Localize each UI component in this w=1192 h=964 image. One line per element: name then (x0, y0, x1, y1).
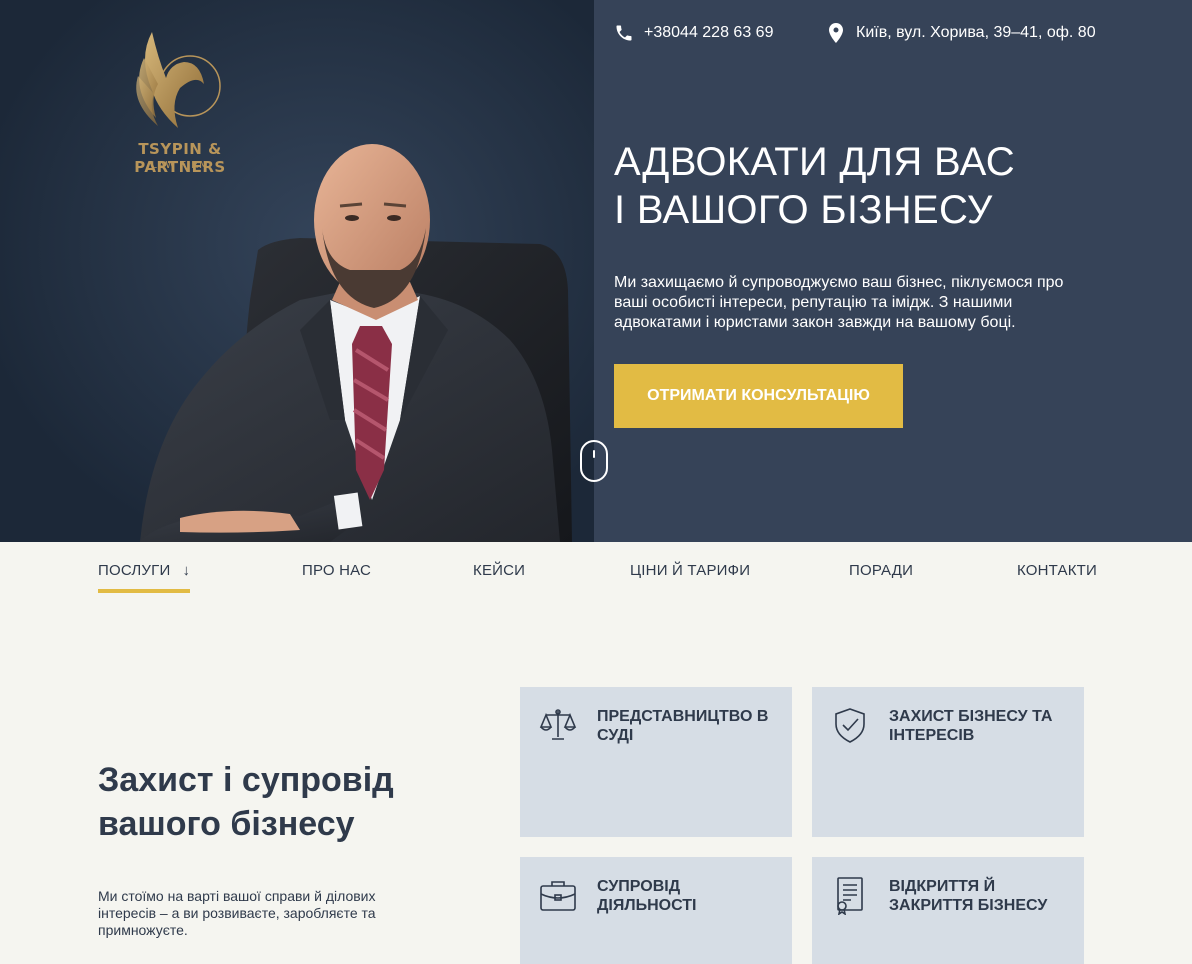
briefcase-icon (540, 881, 576, 911)
nav-item-label: ПОСЛУГИ (98, 562, 171, 579)
address-link[interactable]: Київ, вул. Хорива, 39–41, оф. 80 (826, 22, 1096, 44)
shield-check-icon (835, 708, 865, 743)
hero-title-line2: І ВАШОГО БІЗНЕСУ (614, 188, 993, 232)
services-title: Захист і супровід вашого бізнесу (98, 761, 394, 843)
nav-item-contacts[interactable]: КОНТАКТИ (1017, 562, 1097, 579)
service-card-label: СУПРОВІД ДІЯЛЬНОСТІ (597, 878, 697, 914)
phone-link[interactable]: +38044 228 63 69 (614, 22, 773, 44)
service-card-protection[interactable]: ЗАХИСТ БІЗНЕСУ ТА ІНТЕРЕСІВ (812, 687, 1084, 837)
scales-icon (539, 709, 577, 740)
hero-info-panel (594, 0, 1192, 542)
arrow-down-icon: ↓ (182, 562, 191, 579)
service-card-label: ПРЕДСТАВНИЦТВО В СУДІ (597, 708, 769, 744)
nav-item-cases[interactable]: КЕЙСИ (473, 562, 525, 579)
scroll-down-mouse-icon[interactable] (580, 440, 608, 482)
phone-icon (614, 22, 634, 44)
hero-title: АДВОКАТИ ДЛЯ ВАС І ВАШОГО БІЗНЕСУ (614, 138, 1134, 234)
address-text: Київ, вул. Хорива, 39–41, оф. 80 (856, 24, 1096, 41)
lawyer-portrait (0, 0, 594, 542)
nav-item-prices[interactable]: ЦІНИ Й ТАРИФИ (630, 562, 750, 579)
phone-number: +38044 228 63 69 (644, 24, 774, 41)
hero-section: TSYPIN & PARTNERS LAW FIRM +38044 228 63… (0, 0, 1192, 542)
service-card-business-registration[interactable]: ВІДКРИТТЯ Й ЗАКРИТТЯ БІЗНЕСУ (812, 857, 1084, 964)
logo-subtitle: LAW FIRM (151, 160, 209, 171)
service-card-support[interactable]: СУПРОВІД ДІЯЛЬНОСТІ (520, 857, 792, 964)
map-pin-icon (826, 22, 846, 44)
hero-title-line1: АДВОКАТИ ДЛЯ ВАС (614, 140, 1015, 184)
get-consultation-button[interactable]: ОТРИМАТИ КОНСУЛЬТАЦІЮ (614, 364, 903, 428)
hero-description: Ми захищаємо й супроводжуємо ваш бізнес,… (614, 274, 1064, 331)
main-navigation: ПОСЛУГИ ↓ ПРО НАС КЕЙСИ ЦІНИ Й ТАРИФИ ПОР… (0, 542, 1192, 602)
nav-item-services[interactable]: ПОСЛУГИ ↓ (98, 562, 191, 593)
services-description: Ми стоїмо на варті вашої справи й ділови… (98, 888, 376, 938)
nav-item-tips[interactable]: ПОРАДИ (849, 562, 913, 579)
service-card-court[interactable]: ПРЕДСТАВНИЦТВО В СУДІ (520, 687, 792, 837)
service-card-label: ВІДКРИТТЯ Й ЗАКРИТТЯ БІЗНЕСУ (889, 878, 1048, 914)
phoenix-logo-icon (136, 32, 221, 128)
nav-item-about[interactable]: ПРО НАС (302, 562, 371, 579)
service-card-label: ЗАХИСТ БІЗНЕСУ ТА ІНТЕРЕСІВ (889, 708, 1053, 744)
hero-photo-panel: TSYPIN & PARTNERS LAW FIRM (0, 0, 594, 542)
logo[interactable]: TSYPIN & PARTNERS LAW FIRM (100, 28, 260, 178)
certificate-icon (837, 877, 863, 915)
